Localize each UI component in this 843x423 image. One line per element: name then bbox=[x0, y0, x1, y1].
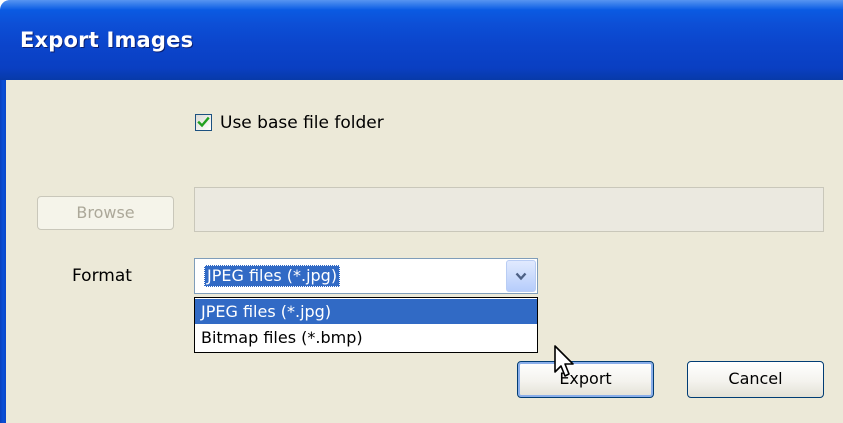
format-dropdown-list: JPEG files (*.jpg) Bitmap files (*.bmp) bbox=[194, 297, 538, 353]
export-images-dialog: Export Images Use base file folder Brows… bbox=[0, 0, 843, 423]
check-icon bbox=[197, 116, 210, 128]
format-option-bmp[interactable]: Bitmap files (*.bmp) bbox=[195, 325, 537, 350]
mouse-pointer-icon bbox=[554, 345, 574, 377]
use-base-folder-checkbox[interactable] bbox=[195, 114, 212, 131]
cancel-button[interactable]: Cancel bbox=[687, 361, 824, 398]
title-bar-highlight bbox=[0, 0, 843, 10]
chevron-down-icon bbox=[515, 272, 527, 281]
window-title: Export Images bbox=[20, 28, 194, 52]
format-label: Format bbox=[72, 266, 132, 286]
title-bar[interactable]: Export Images bbox=[0, 0, 843, 80]
browse-button[interactable]: Browse bbox=[37, 196, 174, 230]
export-button[interactable]: Export bbox=[517, 361, 654, 398]
format-selected-value: JPEG files (*.jpg) bbox=[204, 265, 341, 287]
use-base-folder-label[interactable]: Use base file folder bbox=[220, 113, 384, 133]
format-select[interactable]: JPEG files (*.jpg) bbox=[194, 258, 538, 294]
format-dropdown-button[interactable] bbox=[506, 260, 536, 292]
folder-path-field[interactable] bbox=[194, 187, 824, 232]
format-option-jpeg[interactable]: JPEG files (*.jpg) bbox=[195, 299, 537, 324]
